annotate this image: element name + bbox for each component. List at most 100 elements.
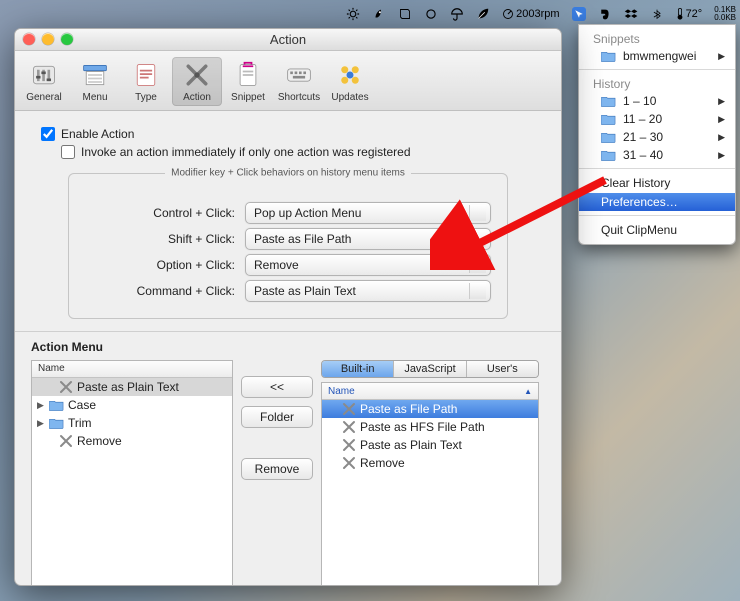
history-label: 1 – 10: [623, 94, 656, 108]
history-item[interactable]: 21 – 30: [579, 128, 735, 146]
list-header[interactable]: Name: [32, 361, 232, 378]
preferences-toolbar: General Menu Type Action Snippet Shortcu…: [15, 51, 561, 111]
quit-item[interactable]: Quit ClipMenu: [579, 220, 735, 240]
invoke-immediately-input[interactable]: [61, 145, 75, 159]
history-item[interactable]: 31 – 40: [579, 146, 735, 164]
enable-action-input[interactable]: [41, 127, 55, 141]
history-label: 31 – 40: [623, 148, 663, 162]
type-icon: [131, 60, 161, 90]
tab-shortcuts[interactable]: Shortcuts: [274, 57, 324, 106]
clear-history-item[interactable]: Clear History: [579, 173, 735, 193]
menu-icon: [80, 60, 110, 90]
snippet-icon: [233, 60, 263, 90]
list-item[interactable]: Paste as Plain Text: [322, 436, 538, 454]
clipmenu-icon[interactable]: [572, 7, 586, 21]
preferences-item[interactable]: Preferences…: [579, 193, 735, 211]
tab-updates[interactable]: Updates: [325, 57, 375, 106]
rocket-icon[interactable]: [372, 7, 386, 21]
umbrella-icon[interactable]: [450, 7, 464, 21]
list-item[interactable]: Remove: [32, 432, 232, 450]
traffic-lights: [23, 33, 73, 45]
macos-menubar: 2003rpm 72° 0.1KB 0.0KB: [346, 4, 736, 24]
snippet-item[interactable]: bmwmengwei: [579, 47, 735, 65]
clipmenu-dropdown: Snippets bmwmengwei History 1 – 10 11 – …: [578, 24, 736, 245]
tab-action[interactable]: Action: [172, 57, 222, 106]
tab-menu[interactable]: Menu: [70, 57, 120, 106]
command-click-select[interactable]: Paste as Plain Text▲▼: [245, 280, 491, 302]
gear-icon[interactable]: [346, 7, 360, 21]
tab-label: Action: [183, 92, 211, 103]
history-label: 11 – 20: [623, 112, 662, 126]
source-tabs: Built-in JavaScript User's: [321, 360, 539, 378]
history-item[interactable]: 1 – 10: [579, 92, 735, 110]
tab-snippet[interactable]: Snippet: [223, 57, 273, 106]
option-click-select[interactable]: Remove▲▼: [245, 254, 491, 276]
history-label: 21 – 30: [623, 130, 663, 144]
leaf-icon[interactable]: [476, 7, 490, 21]
dropbox-icon[interactable]: [624, 7, 638, 21]
control-click-label: Control + Click:: [85, 206, 235, 220]
list-header[interactable]: Name ▲: [322, 383, 538, 400]
tab-builtin[interactable]: Built-in: [322, 361, 393, 377]
invoke-immediately-label: Invoke an action immediately if only one…: [81, 145, 411, 159]
tab-users[interactable]: User's: [466, 361, 538, 377]
disclosure-triangle-icon[interactable]: ▶: [36, 400, 45, 411]
list-item[interactable]: Paste as Plain Text: [32, 378, 232, 396]
remove-button[interactable]: Remove: [241, 458, 313, 480]
net-download: 0.0KB: [714, 14, 736, 22]
window-titlebar[interactable]: Action: [15, 29, 561, 51]
tab-label: Type: [135, 92, 157, 103]
tab-label: Updates: [331, 92, 368, 103]
temperature-value: 72°: [686, 8, 703, 20]
move-button[interactable]: <<: [241, 376, 313, 398]
disclosure-triangle-icon[interactable]: ▶: [36, 418, 45, 429]
list-item[interactable]: Paste as HFS File Path: [322, 418, 538, 436]
menu-separator: [579, 215, 735, 216]
tab-type[interactable]: Type: [121, 57, 171, 106]
rpm-indicator[interactable]: 2003rpm: [502, 8, 559, 20]
menu-separator: [579, 69, 735, 70]
menu-separator: [579, 168, 735, 169]
action-menu-list[interactable]: Name Paste as Plain Text▶Case▶TrimRemove: [31, 360, 233, 586]
shift-click-select[interactable]: Paste as File Path▲▼: [245, 228, 491, 250]
sliders-icon: [29, 60, 59, 90]
tab-label: General: [26, 92, 62, 103]
history-item[interactable]: 11 – 20: [579, 110, 735, 128]
updates-icon: [335, 60, 365, 90]
tab-general[interactable]: General: [19, 57, 69, 106]
close-button[interactable]: [23, 33, 35, 45]
snippet-label: bmwmengwei: [623, 49, 696, 63]
divider: [15, 331, 561, 332]
tab-label: Menu: [82, 92, 107, 103]
evernote-icon[interactable]: [598, 7, 612, 21]
tab-label: Snippet: [231, 92, 265, 103]
list-item[interactable]: Remove: [322, 454, 538, 472]
zoom-button[interactable]: [61, 33, 73, 45]
invoke-immediately-checkbox[interactable]: Invoke an action immediately if only one…: [61, 145, 535, 159]
script-icon[interactable]: [398, 7, 412, 21]
history-header: History: [579, 74, 735, 92]
tab-javascript[interactable]: JavaScript: [393, 361, 465, 377]
minimize-button[interactable]: [42, 33, 54, 45]
snippets-header: Snippets: [579, 29, 735, 47]
modifier-group-title: Modifier key + Click behaviors on histor…: [69, 168, 507, 179]
available-actions-list[interactable]: Name ▲ Paste as File PathPaste as HFS Fi…: [321, 382, 539, 586]
bluetooth-icon[interactable]: [650, 7, 664, 21]
action-menu-title: Action Menu: [31, 340, 545, 354]
list-item[interactable]: ▶Case: [32, 396, 232, 414]
temperature-indicator[interactable]: 72°: [676, 7, 703, 21]
preferences-window: Action General Menu Type Action Snippet …: [14, 28, 562, 586]
control-click-select[interactable]: Pop up Action Menu▲▼: [245, 202, 491, 224]
folder-button[interactable]: Folder: [241, 406, 313, 428]
circle-icon[interactable]: [424, 7, 438, 21]
enable-action-label: Enable Action: [61, 127, 134, 141]
option-click-label: Option + Click:: [85, 258, 235, 272]
command-click-label: Command + Click:: [85, 284, 235, 298]
window-title: Action: [270, 32, 306, 47]
list-item[interactable]: ▶Trim: [32, 414, 232, 432]
action-icon: [182, 60, 212, 90]
keyboard-icon: [284, 60, 314, 90]
network-speed[interactable]: 0.1KB 0.0KB: [714, 6, 736, 22]
enable-action-checkbox[interactable]: Enable Action: [41, 127, 535, 141]
list-item[interactable]: Paste as File Path: [322, 400, 538, 418]
